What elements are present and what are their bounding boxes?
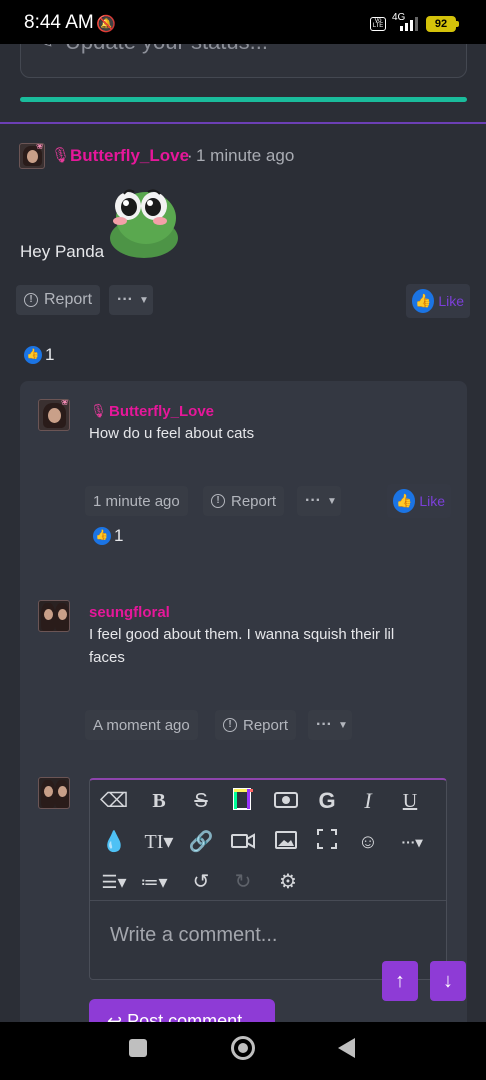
like-button[interactable]: 👍 Like [406, 284, 470, 318]
bold-icon[interactable]: B [145, 787, 173, 815]
google-icon[interactable]: G [313, 787, 341, 815]
like-count[interactable]: 1 [45, 345, 54, 365]
battery-level: 92 [426, 16, 456, 32]
post-text: Hey Panda [20, 242, 105, 261]
comment-time[interactable]: A moment ago [85, 710, 198, 740]
like-count-icon: 👍 [24, 346, 42, 364]
bow-icon: ❀ [61, 399, 69, 407]
comment-author[interactable]: seungfloral [89, 604, 170, 621]
like-count-icon: 👍 [93, 527, 111, 545]
toolbar-divider [90, 900, 446, 901]
like-button[interactable]: 👍 Like [387, 484, 451, 518]
scroll-down-button[interactable]: ↓ [430, 961, 466, 1001]
post-author[interactable]: Butterfly_Love [70, 146, 189, 166]
comment-time-label: 1 minute ago [93, 492, 180, 510]
avatar[interactable] [38, 777, 70, 809]
image-icon[interactable] [272, 828, 300, 856]
emoji-icon[interactable]: ☺ [354, 828, 382, 856]
settings-icon[interactable]: ⚙ [274, 868, 302, 896]
report-label: Report [231, 492, 277, 510]
report-button[interactable]: ! Report [16, 285, 101, 315]
like-label: Like [419, 493, 445, 509]
info-icon: ! [24, 293, 38, 307]
eraser-icon[interactable]: ⌫ [100, 787, 128, 815]
chevron-down-icon: ▼ [337, 719, 348, 731]
chevron-down-icon: ▼ [326, 495, 337, 507]
comment-text-line1: I feel good about them. I wanna squish t… [89, 626, 395, 643]
thumbs-up-icon: 👍 [393, 489, 416, 513]
clock-overlay: 8:44 AM [24, 12, 94, 33]
frog-sticker-image [104, 186, 184, 258]
progress-bar [20, 97, 467, 102]
back-icon[interactable] [338, 1038, 355, 1058]
text-size-icon[interactable]: TI▾ [140, 828, 178, 856]
more-icon[interactable]: ···▾ [394, 828, 430, 856]
mic-icon: 🎙 [90, 403, 107, 418]
redo-icon: ↻ [234, 871, 252, 893]
link-icon[interactable]: 🔗 [187, 828, 215, 856]
strikethrough-icon[interactable]: S [187, 787, 215, 815]
network-label: 4G [392, 12, 406, 23]
align-icon[interactable]: ☰▾ [96, 868, 132, 896]
video-icon[interactable] [229, 828, 257, 856]
giphy-icon[interactable] [229, 787, 257, 815]
more-menu-button[interactable]: ··· ▼ [308, 710, 352, 740]
info-icon: ! [223, 718, 237, 732]
fullscreen-icon[interactable] [313, 828, 341, 856]
like-count[interactable]: 1 [114, 526, 123, 546]
volte-badge: Vo LTE [370, 17, 386, 31]
post-time[interactable]: 1 minute ago [196, 146, 294, 166]
comment-placeholder: Write a comment... [110, 924, 278, 946]
money-icon[interactable] [272, 787, 300, 815]
scroll-up-button[interactable]: ↑ [382, 961, 418, 1001]
more-menu-button[interactable]: ··· ▼ [109, 285, 153, 315]
underline-icon[interactable]: U [396, 787, 424, 815]
more-label: ··· [305, 492, 321, 509]
divider [0, 122, 486, 124]
battery-cap [456, 21, 459, 27]
more-label: ··· [316, 716, 332, 733]
bow-icon: ❀ [36, 143, 44, 151]
more-menu-button[interactable]: ··· ▼ [297, 486, 341, 516]
comment-text-line2: faces [89, 649, 125, 666]
list-icon[interactable]: ≔▾ [136, 868, 172, 896]
bell-off-icon: 🔕 [96, 16, 116, 33]
avatar[interactable]: ❀ [19, 143, 45, 169]
report-label: Report [44, 291, 93, 308]
mic-icon: 🎙 [51, 147, 71, 164]
avatar[interactable] [38, 600, 70, 632]
more-label: ··· [117, 291, 133, 308]
info-icon: ! [211, 494, 225, 508]
chevron-down-icon: ▼ [138, 294, 149, 306]
system-status-bar-overlay: 8:44 AM 🔕 Vo LTE 4G 92 [0, 0, 486, 44]
report-button[interactable]: ! Report [215, 710, 297, 740]
comment-time[interactable]: 1 minute ago [85, 486, 188, 516]
report-label: Report [243, 716, 289, 734]
recents-icon[interactable] [129, 1039, 147, 1057]
thumbs-up-icon: 👍 [412, 289, 435, 313]
comment-text: How do u feel about cats [89, 425, 255, 442]
home-icon[interactable] [231, 1036, 255, 1060]
comment-author[interactable]: Butterfly_Love [109, 403, 214, 420]
comment-time-label: A moment ago [93, 716, 190, 734]
comment-editor[interactable]: ⌫ B S G I U 💧 TI▾ 🔗 ☺ ···▾ ☰▾ ≔▾ ↺ ↻ ⚙ W… [89, 778, 447, 980]
undo-icon[interactable]: ↺ [187, 868, 215, 896]
avatar[interactable]: ❀ [38, 399, 70, 431]
report-button[interactable]: ! Report [203, 486, 285, 516]
like-label: Like [438, 293, 464, 309]
color-drop-icon[interactable]: 💧 [100, 828, 128, 856]
post-separator: · [187, 146, 193, 165]
italic-icon[interactable]: I [354, 787, 382, 815]
